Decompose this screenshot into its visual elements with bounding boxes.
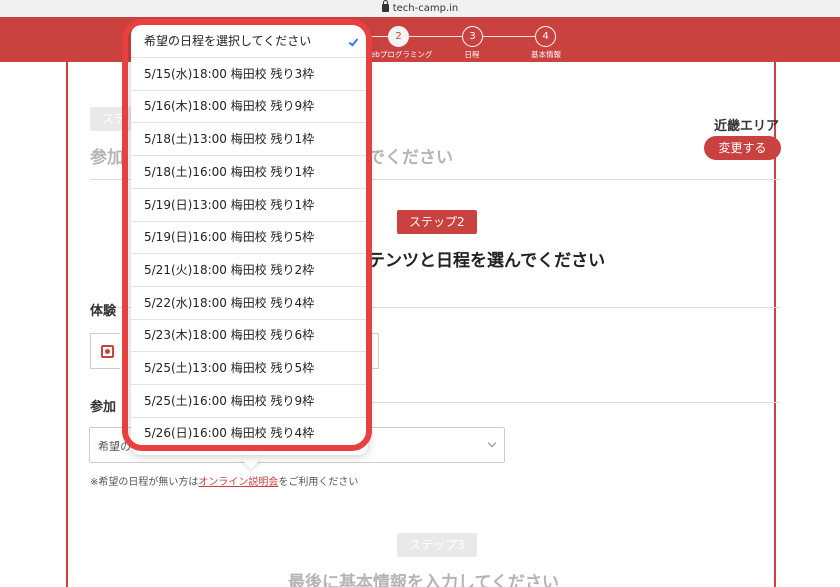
step3-badge: ステップ3 xyxy=(397,533,477,557)
note-prefix: ※希望の日程が無い方は xyxy=(90,477,199,488)
divider xyxy=(368,402,780,403)
schedule-select-value: 希望の xyxy=(98,440,131,453)
content-radio-selected[interactable] xyxy=(101,345,114,358)
experience-label: 体験 xyxy=(90,304,117,319)
dropdown-option[interactable]: 5/18(土)13:00 梅田校 残り1枠 xyxy=(131,123,368,156)
lock-icon xyxy=(381,0,389,12)
step3-heading: 最後に基本情報を入力してください xyxy=(288,573,559,587)
url-text: tech-camp.in xyxy=(392,3,459,14)
dropdown-option[interactable]: 5/22(水)18:00 梅田校 残り4枠 xyxy=(131,287,368,320)
dropdown-option[interactable]: 5/25(土)16:00 梅田校 残り9枠 xyxy=(131,385,368,418)
dropdown-option[interactable]: 5/25(土)13:00 梅田校 残り5枠 xyxy=(131,352,368,385)
region-name: 近畿エリア xyxy=(714,119,780,134)
online-session-link[interactable]: オンライン説明会 xyxy=(198,477,278,488)
progress-step-4: 4 xyxy=(535,26,556,47)
change-region-button[interactable]: 変更する xyxy=(704,136,781,160)
step1-heading-left: 参加 xyxy=(90,148,124,168)
progress-step-3-label: 日程 xyxy=(464,50,480,59)
browser-url-bar[interactable]: tech-camp.in xyxy=(0,0,840,17)
dropdown-option-placeholder[interactable]: 希望の日程を選択してください xyxy=(131,25,368,58)
step2-heading: テンツと日程を選んでください xyxy=(368,251,606,271)
chevron-down-icon xyxy=(487,438,497,448)
schedule-dropdown-list: 希望の日程を選択してください 5/15(水)18:00 梅田校 残り3枠 5/1… xyxy=(131,25,368,455)
dropdown-option[interactable]: 5/23(木)18:00 梅田校 残り6枠 xyxy=(131,319,368,352)
progress-step-2-label: Webプログラミング xyxy=(363,50,433,59)
step2-badge: ステップ2 xyxy=(397,210,477,234)
progress-step-3: 3 xyxy=(462,26,483,47)
note-suffix: をご利用ください xyxy=(278,477,359,488)
dropdown-option[interactable]: 5/16(木)18:00 梅田校 残り9枠 xyxy=(131,90,368,123)
progress-step-4-label: 基本情報 xyxy=(531,50,561,59)
content-option-box-edge xyxy=(368,333,379,369)
progress-header: 2 3 4 Webプログラミング 日程 基本情報 xyxy=(0,17,840,62)
progress-line xyxy=(483,36,535,37)
dropdown-option[interactable]: 5/15(水)18:00 梅田校 残り3枠 xyxy=(131,58,368,91)
schedule-note: ※希望の日程が無い方はオンライン説明会をご利用ください xyxy=(90,473,358,488)
dropdown-option[interactable]: 5/26(日)16:00 梅田校 残り4枠 xyxy=(131,417,368,450)
option-label: 希望の日程を選択してください xyxy=(144,34,312,48)
dropdown-option[interactable]: 5/19(日)13:00 梅田校 残り1枠 xyxy=(131,189,368,222)
dropdown-option[interactable]: 5/18(土)16:00 梅田校 残り1枠 xyxy=(131,156,368,189)
progress-line xyxy=(409,36,462,37)
dropdown-option[interactable]: 5/21(火)18:00 梅田校 残り2枠 xyxy=(131,254,368,287)
progress-step-2: 2 xyxy=(388,26,409,47)
participation-label: 参加 xyxy=(90,400,117,415)
dropdown-option[interactable]: 5/19(日)16:00 梅田校 残り5枠 xyxy=(131,221,368,254)
checkmark-icon xyxy=(348,36,359,47)
step1-heading-right: でください xyxy=(368,148,453,168)
radio-dot-icon xyxy=(105,349,110,354)
